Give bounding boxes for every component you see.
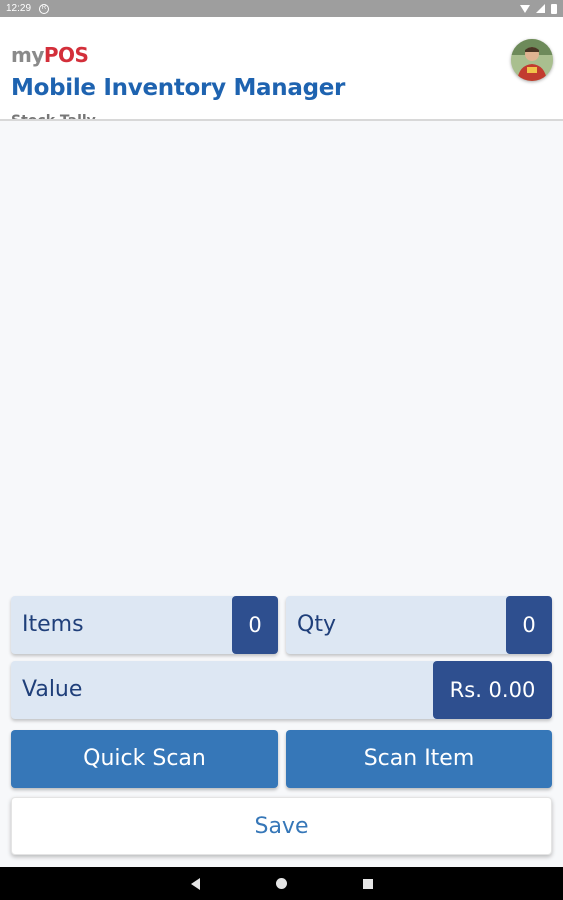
value-label: Value (22, 677, 83, 702)
quick-scan-button[interactable]: Quick Scan (11, 730, 278, 788)
save-button[interactable]: Save (11, 797, 552, 855)
qty-label: Qty (297, 612, 336, 637)
items-count-card: Items 0 (11, 596, 278, 654)
logo-pos: POS (43, 43, 89, 67)
home-icon[interactable] (275, 878, 287, 889)
back-icon[interactable] (190, 877, 200, 890)
page-subtitle: Stock Tally (11, 113, 96, 121)
signal-icon (536, 4, 545, 13)
status-bar: 12:29 R (0, 0, 563, 17)
recent-apps-icon[interactable] (362, 878, 373, 889)
value-card: Value Rs. 0.00 (11, 661, 552, 719)
scan-item-button[interactable]: Scan Item (286, 730, 552, 788)
qty-count-badge: 0 (506, 596, 552, 654)
user-avatar[interactable] (511, 39, 553, 81)
items-label: Items (22, 612, 84, 637)
items-count-badge: 0 (232, 596, 278, 654)
status-time: 12:29 (6, 3, 32, 14)
value-amount-badge: Rs. 0.00 (433, 661, 552, 719)
mypos-logo: myPOS (11, 43, 89, 67)
scan-list-area (0, 121, 563, 591)
battery-icon (551, 3, 557, 14)
notification-icon: R (39, 3, 50, 14)
logo-my: my (11, 43, 44, 67)
android-nav-bar (0, 867, 563, 900)
app-header: myPOS Mobile Inventory Manager Stock Tal… (0, 17, 563, 121)
avatar-icon (511, 39, 553, 81)
qty-count-card: Qty 0 (286, 596, 552, 654)
page-title: Mobile Inventory Manager (11, 75, 346, 101)
wifi-icon (520, 4, 530, 13)
